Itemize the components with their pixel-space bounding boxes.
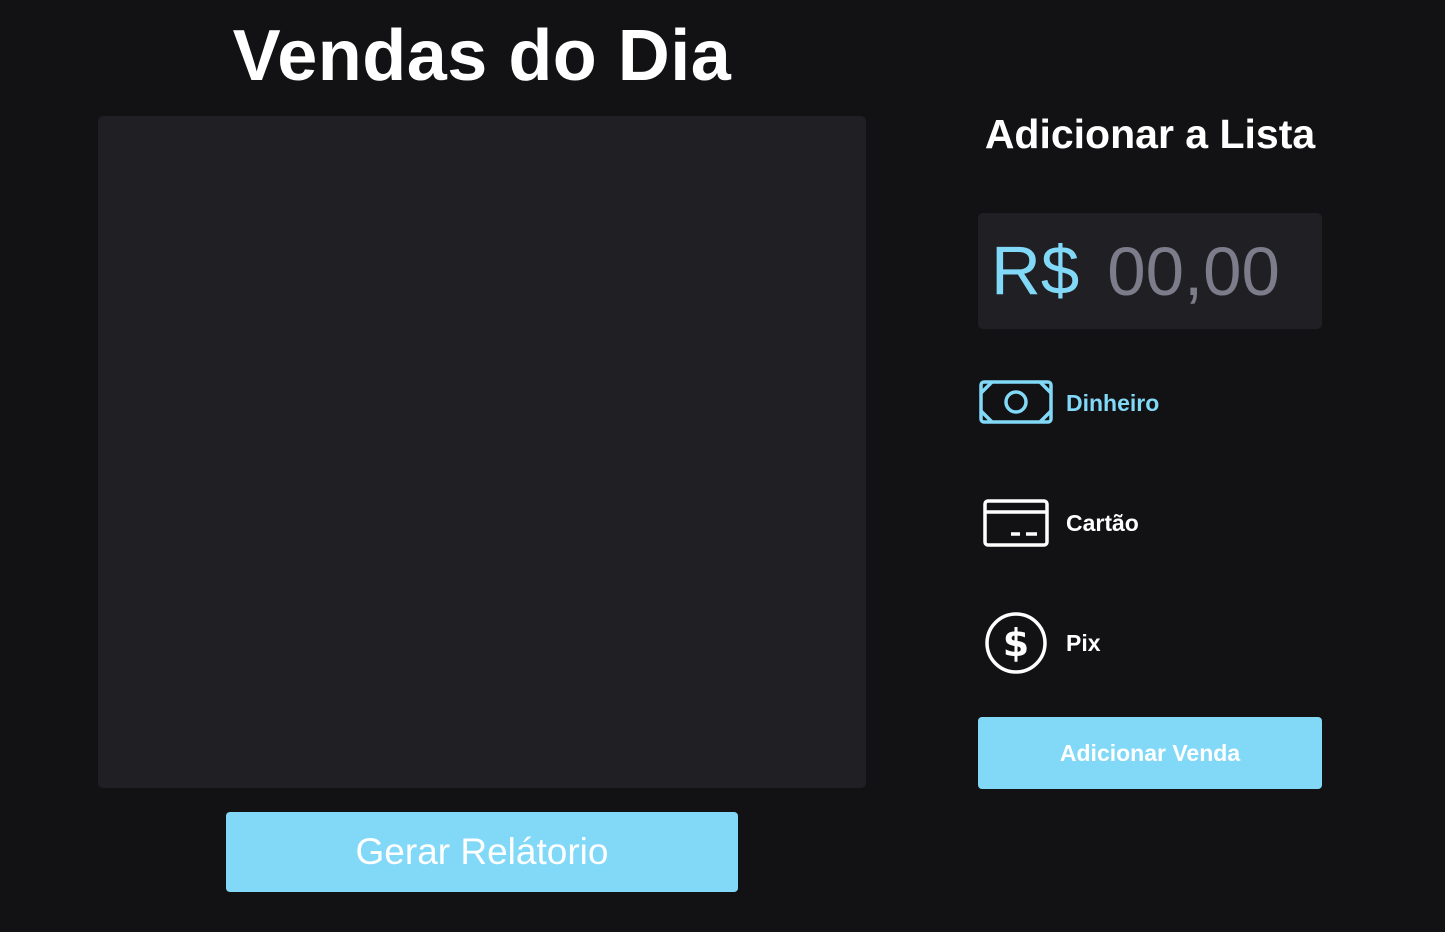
payment-option-card[interactable]: Cartão [978,488,1322,558]
page: Vendas do Dia Gerar Relátorio Adicionar … [0,0,1445,932]
add-to-list-title: Adicionar a Lista [984,111,1316,157]
cash-icon [978,368,1054,438]
add-sale-button[interactable]: Adicionar Venda [978,717,1322,789]
payment-label-pix: Pix [1066,629,1101,656]
dollar-circle-icon: $ [978,608,1054,678]
page-title: Vendas do Dia [232,16,732,96]
payment-label-card: Cartão [1066,509,1139,536]
credit-card-icon [978,488,1054,558]
currency-symbol: R$ [991,232,1080,309]
amount-field[interactable]: R$ [978,213,1322,329]
payment-option-cash[interactable]: Dinheiro [978,368,1322,438]
generate-report-button[interactable]: Gerar Relátorio [226,812,738,892]
payment-label-cash: Dinheiro [1066,389,1160,416]
svg-text:$: $ [1003,621,1029,665]
sales-list-panel [98,116,866,788]
payment-option-pix[interactable]: $ Pix [978,608,1322,678]
amount-input[interactable] [1107,231,1308,311]
